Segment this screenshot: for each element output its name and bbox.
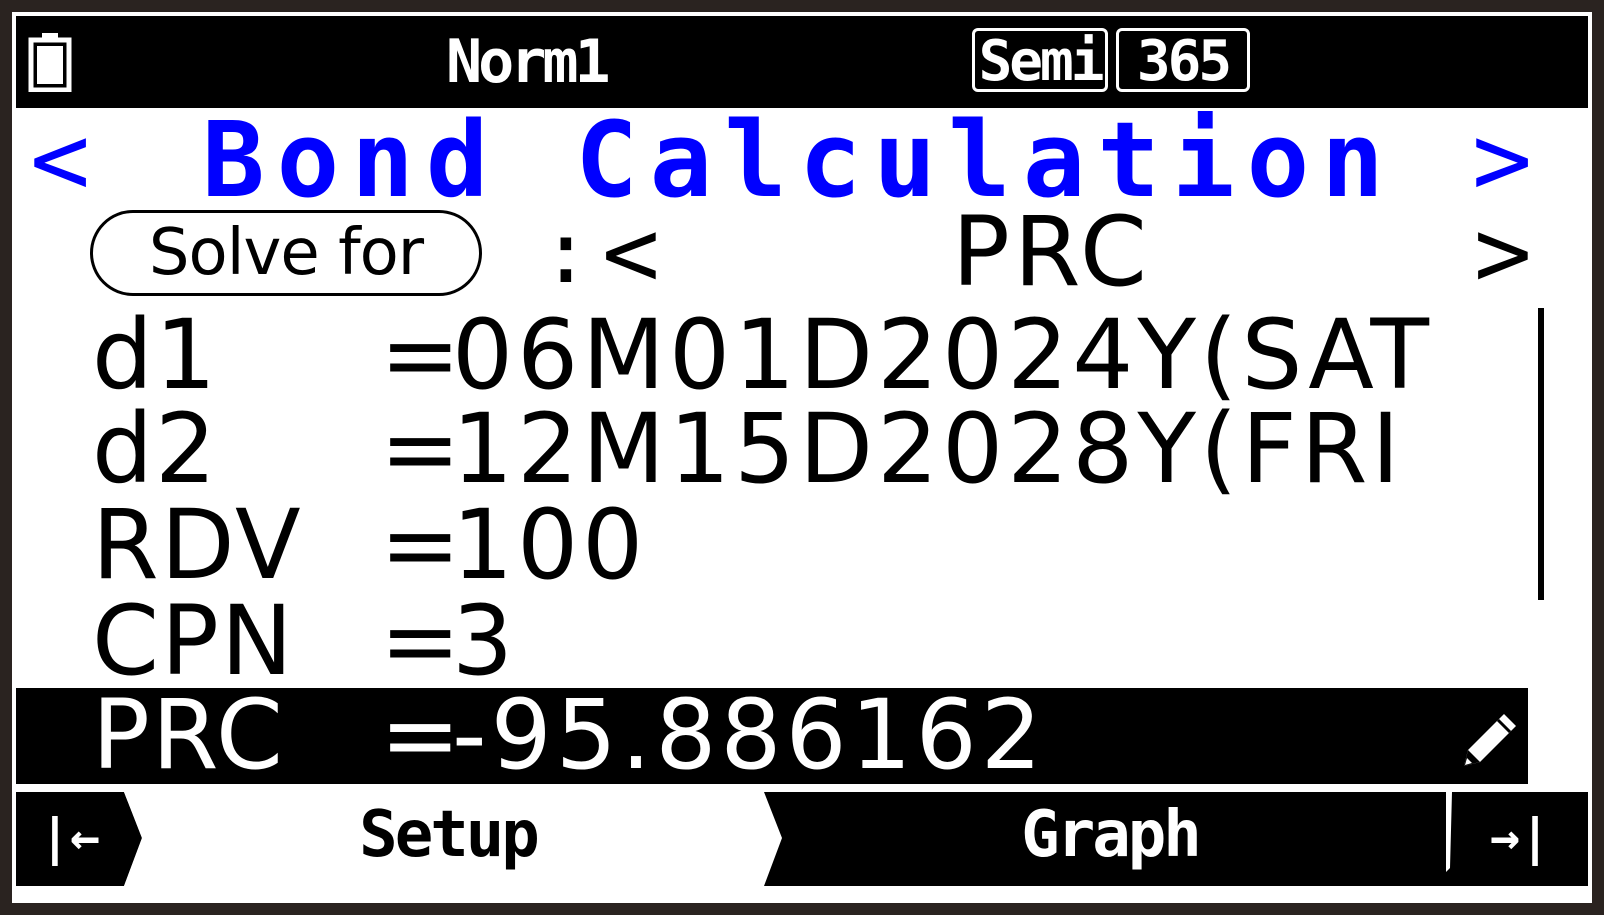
day-count-badge: 365: [1116, 28, 1250, 93]
equals-sign: =: [380, 594, 461, 688]
variable-name: d1: [92, 308, 219, 402]
variable-name: PRC: [92, 688, 285, 784]
display-mode: Norm1: [446, 27, 611, 97]
page-title: Bond Calculation: [202, 99, 1396, 221]
variable-name: CPN: [92, 594, 295, 688]
equals-sign: =: [380, 308, 461, 402]
previous-app-arrow[interactable]: <: [30, 110, 90, 210]
solve-for-separator: :: [540, 203, 592, 303]
variable-value: 12M15D2028Y(FRI: [452, 402, 1404, 496]
function-key-bar: |← Setup Graph →|: [16, 792, 1588, 886]
equals-sign: =: [380, 688, 461, 784]
calculator-screen: Norm1 Semi 365 < Bond Calculation > Solv…: [12, 12, 1592, 903]
variable-value: -95.886162: [452, 688, 1046, 784]
solve-for-next-arrow[interactable]: >: [1474, 205, 1532, 301]
pencil-edit-icon[interactable]: [1458, 706, 1524, 772]
variable-row-d1[interactable]: d1 = 06M01D2024Y(SAT: [12, 308, 1536, 402]
semi-annual-badge: Semi: [972, 28, 1108, 93]
last-item-label: →|: [1490, 808, 1550, 866]
status-bar: Norm1 Semi 365: [16, 16, 1588, 108]
variable-row-d2[interactable]: d2 = 12M15D2028Y(FRI: [12, 402, 1536, 496]
equals-sign: =: [380, 402, 461, 496]
variable-name: RDV: [92, 498, 303, 592]
solve-for-label: Solve for: [90, 210, 482, 296]
battery-icon: [28, 33, 72, 92]
variable-value: 06M01D2024Y(SAT: [452, 308, 1434, 402]
graph-label: Graph: [1021, 798, 1199, 872]
solve-for-value[interactable]: PRC: [952, 202, 1151, 302]
next-app-arrow[interactable]: >: [1472, 110, 1532, 210]
equals-sign: =: [380, 498, 461, 592]
solve-for-prev-arrow[interactable]: <: [602, 205, 660, 301]
title-row: < Bond Calculation >: [12, 99, 1592, 221]
first-item-label: |←: [40, 808, 100, 866]
variable-row-cpn[interactable]: CPN = 3: [12, 594, 1536, 688]
setup-label: Setup: [359, 798, 537, 872]
variable-value: 100: [452, 498, 648, 592]
variable-value: 3: [452, 594, 518, 688]
variable-name: d2: [92, 402, 219, 496]
scrollbar[interactable]: [1538, 308, 1544, 600]
variable-row-rdv[interactable]: RDV = 100: [12, 498, 1536, 592]
variable-row-prc-selected[interactable]: PRC = -95.886162: [16, 688, 1528, 784]
